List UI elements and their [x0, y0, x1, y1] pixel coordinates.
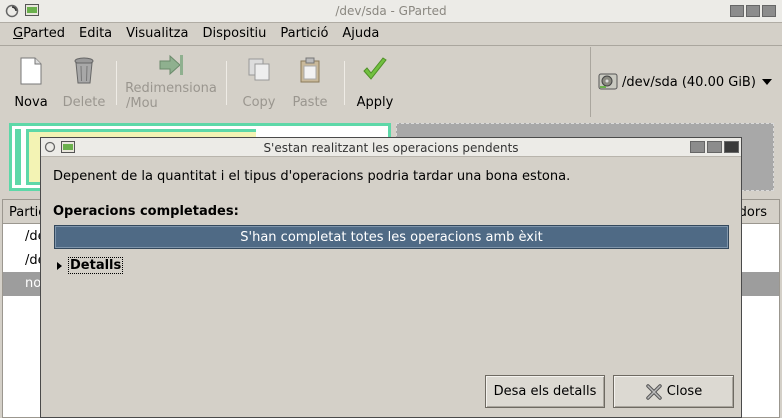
paste-button[interactable]: Paste: [288, 47, 332, 117]
partition-graphic-inner: [15, 129, 21, 185]
copy-button[interactable]: Copy: [236, 47, 282, 117]
close-x-icon: [646, 383, 662, 400]
new-button[interactable]: Nova: [6, 47, 56, 117]
progress-text: S'han completat totes les operacions amb…: [240, 230, 543, 245]
new-document-icon: [20, 57, 42, 85]
resize-arrow-icon: [159, 54, 183, 76]
menu-help-label: Ajuda: [342, 26, 380, 41]
maximize-button[interactable]: [746, 5, 760, 17]
progress-bar: S'han completat totes les operacions amb…: [54, 225, 729, 249]
column-flags[interactable]: dors: [739, 205, 767, 220]
partition-name: no: [25, 276, 42, 291]
dialog-message: Depenent de la quantitat i el tipus d'op…: [53, 169, 571, 184]
minimize-button[interactable]: [730, 5, 744, 17]
menu-view[interactable]: Visualitza: [119, 23, 195, 45]
details-label: Detalls: [68, 257, 124, 274]
checkmark-icon: [363, 57, 387, 80]
dialog-titlebar: S'estan realitzant les operacions penden…: [41, 138, 741, 157]
resize-move-button[interactable]: Redimensiona /Mou: [122, 47, 220, 117]
menu-device[interactable]: Dispositiu: [195, 23, 273, 45]
minimize-button[interactable]: [690, 141, 705, 153]
window-titlebar: /dev/sda - GParted: [0, 0, 782, 23]
copy-label: Copy: [242, 95, 276, 110]
delete-label: Delete: [62, 95, 106, 110]
toolbar-separator: [344, 61, 345, 105]
dialog-window-controls: [690, 141, 739, 153]
resize-label-line1: Redimensiona: [125, 81, 217, 96]
close-window-button[interactable]: [762, 5, 776, 17]
new-label: Nova: [14, 95, 48, 110]
dropdown-arrow-icon: [762, 79, 772, 85]
close-window-button[interactable]: [724, 141, 739, 153]
menu-gparted[interactable]: GParted: [6, 23, 72, 45]
menubar: GParted Edita Visualitza Dispositiu Part…: [0, 23, 782, 46]
toolbar-separator: [116, 61, 117, 105]
save-details-button[interactable]: Desa els detalls: [485, 375, 605, 408]
device-selector[interactable]: /dev/sda (40.00 GiB): [590, 47, 782, 117]
menu-partition-label: Partició: [280, 26, 329, 41]
save-details-label: Desa els detalls: [493, 384, 597, 399]
details-expander[interactable]: Detalls: [57, 257, 124, 274]
maximize-button[interactable]: [707, 141, 722, 153]
menu-help[interactable]: Ajuda: [335, 23, 386, 45]
copy-icon: [248, 58, 270, 81]
window-controls: [730, 5, 776, 17]
paste-label: Paste: [292, 95, 328, 110]
operations-dialog: S'estan realitzant les operacions penden…: [40, 137, 742, 418]
paste-clipboard-icon: [300, 57, 320, 83]
menu-partition[interactable]: Partició: [273, 23, 335, 45]
trash-icon: [74, 57, 94, 84]
toolbar-separator: [226, 61, 227, 105]
dialog-title: S'estan realitzant les operacions penden…: [263, 141, 519, 155]
menu-view-label: Visualitza: [126, 26, 189, 41]
apply-button[interactable]: Apply: [350, 47, 400, 117]
close-label: Close: [666, 384, 703, 399]
resize-label: Redimensiona /Mou: [122, 81, 220, 111]
operations-heading: Operacions completades:: [53, 204, 239, 219]
menu-gparted-label: Parted: [23, 26, 65, 41]
menu-device-label: Dispositiu: [202, 26, 267, 41]
harddisk-icon: [598, 73, 618, 90]
device-label: /dev/sda (40.00 GiB): [622, 75, 756, 90]
menu-edit[interactable]: Edita: [72, 23, 119, 45]
menu-edit-label: Edita: [79, 26, 113, 41]
toolbar: Nova Delete Redimensiona /Mou Copy Paste…: [0, 47, 590, 117]
close-button[interactable]: Close: [613, 375, 734, 408]
resize-label-line2: /Mou: [126, 96, 158, 111]
delete-button[interactable]: Delete: [58, 47, 110, 117]
apply-label: Apply: [356, 95, 394, 110]
expander-arrow-icon: [57, 261, 62, 270]
window-title: /dev/sda - GParted: [335, 4, 447, 18]
